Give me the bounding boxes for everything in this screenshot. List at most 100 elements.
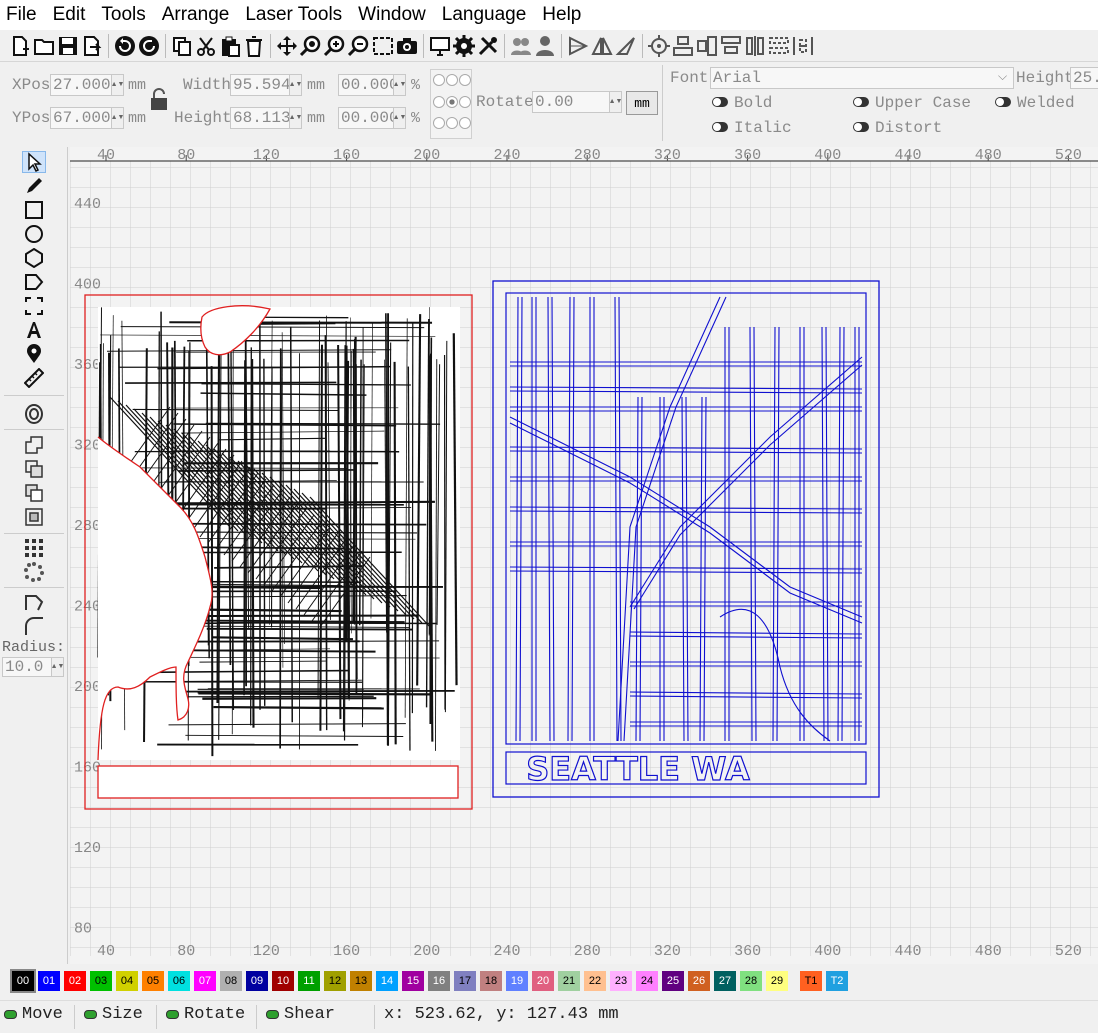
fillet-icon[interactable] [22,615,46,637]
color-swatch-15[interactable]: 15 [402,971,424,991]
height-field[interactable]: 68.113 [230,107,290,129]
array-grid-icon[interactable] [22,537,46,559]
center-icon[interactable] [647,33,671,59]
color-swatch-28[interactable]: 28 [740,971,762,991]
color-swatch-06[interactable]: 06 [168,971,190,991]
color-swatch-04[interactable]: 04 [116,971,138,991]
radius-field[interactable]: 10.0 [2,657,52,677]
align-bottom-icon[interactable] [743,33,767,59]
cut-icon[interactable] [194,33,218,59]
color-swatch-11[interactable]: 11 [298,971,320,991]
color-swatch-05[interactable]: 05 [142,971,164,991]
xpos-spinner[interactable]: ▲▼ [111,74,124,96]
menu-arrange[interactable]: Arrange [162,4,230,26]
welded-toggle[interactable] [995,97,1011,107]
redo-icon[interactable] [137,33,161,59]
delete-icon[interactable] [242,33,266,59]
anchor-top-left[interactable] [433,74,445,86]
select-box-icon[interactable] [371,33,395,59]
color-swatch-14[interactable]: 14 [376,971,398,991]
menu-window[interactable]: Window [358,4,426,26]
color-swatch-23[interactable]: 23 [610,971,632,991]
anchor-top-right[interactable] [459,74,471,86]
mode-rotate[interactable]: Rotate [166,1005,245,1024]
anchor-bottom-center[interactable] [446,117,458,129]
zoom-in-icon[interactable] [323,33,347,59]
unit-toggle-button[interactable]: mm [626,91,658,115]
color-swatch-12[interactable]: 12 [324,971,346,991]
ypos-field[interactable]: 67.000 [50,107,112,129]
color-swatch-13[interactable]: 13 [350,971,372,991]
width-field[interactable]: 95.594 [230,74,290,96]
color-swatch-25[interactable]: 25 [662,971,684,991]
paste-icon[interactable] [218,33,242,59]
mode-shear[interactable]: Shear [266,1005,335,1024]
mirror-icon[interactable] [614,33,638,59]
text-icon[interactable] [22,319,46,341]
width-spinner[interactable]: ▲▼ [289,74,302,96]
menu-laser-tools[interactable]: Laser Tools [245,4,342,26]
align-right-icon[interactable] [695,33,719,59]
ellipse-icon[interactable] [22,223,46,245]
monitor-icon[interactable] [428,33,452,59]
align-top-icon[interactable] [719,33,743,59]
rotate-spinner[interactable]: ▲▼ [609,91,622,113]
menu-edit[interactable]: Edit [53,4,86,26]
anchor-center[interactable] [446,96,458,108]
rectangle-icon[interactable] [22,199,46,221]
move-icon[interactable] [275,33,299,59]
italic-toggle[interactable] [712,122,728,132]
select-arrow-icon[interactable] [22,151,46,173]
scale-height-field[interactable]: 00.000 [338,107,394,129]
distort-toggle[interactable] [853,122,869,132]
color-swatch-T2[interactable]: T2 [826,971,848,991]
frame-icon[interactable] [22,295,46,317]
color-swatch-10[interactable]: 10 [272,971,294,991]
chevron-down-icon[interactable]: ⌵ [998,69,1007,84]
menu-help[interactable]: Help [542,4,581,26]
anchor-middle-left[interactable] [433,96,445,108]
measure-icon[interactable] [22,367,46,389]
zoom-fit-icon[interactable] [299,33,323,59]
color-swatch-19[interactable]: 19 [506,971,528,991]
ypos-spinner[interactable]: ▲▼ [111,107,124,129]
color-swatch-18[interactable]: 18 [480,971,502,991]
color-swatch-20[interactable]: 20 [532,971,554,991]
color-swatch-02[interactable]: 02 [64,971,86,991]
flip-h-icon[interactable] [566,33,590,59]
color-swatch-24[interactable]: 24 [636,971,658,991]
color-swatch-09[interactable]: 09 [246,971,268,991]
anchor-middle-right[interactable] [459,96,471,108]
offset-icon[interactable] [22,403,46,425]
weld-icon[interactable] [22,434,46,456]
position-marker-icon[interactable] [22,343,46,365]
distribute-h-icon[interactable] [767,33,791,59]
menu-language[interactable]: Language [442,4,527,26]
distribute-v-icon[interactable] [791,33,815,59]
anchor-bottom-right[interactable] [459,117,471,129]
color-swatch-17[interactable]: 17 [454,971,476,991]
color-swatch-08[interactable]: 08 [220,971,242,991]
color-swatch-00[interactable]: 00 [10,969,36,993]
polygon-icon[interactable] [22,247,46,269]
color-swatch-27[interactable]: 27 [714,971,736,991]
copy-icon[interactable] [170,33,194,59]
open-file-icon[interactable] [32,33,56,59]
camera-icon[interactable] [395,33,419,59]
mode-size[interactable]: Size [84,1005,143,1024]
scale-width-spinner[interactable]: ▲▼ [393,74,406,96]
color-swatch-22[interactable]: 22 [584,971,606,991]
new-file-icon[interactable] [8,33,32,59]
scale-height-spinner[interactable]: ▲▼ [393,107,406,129]
ungroup-icon[interactable] [533,33,557,59]
color-swatch-16[interactable]: 16 [428,971,450,991]
font-height-field[interactable]: 25. [1070,67,1098,89]
color-swatch-26[interactable]: 26 [688,971,710,991]
tools-icon[interactable] [476,33,500,59]
design-canvas[interactable]: 40 40 80 80 120 120 160 160 200 200 240 240 280 280 32… [70,147,1098,964]
radius-spinner[interactable]: ▲▼ [51,657,64,677]
save-as-icon[interactable] [80,33,104,59]
menu-tools[interactable]: Tools [101,4,145,26]
anchor-top-center[interactable] [446,74,458,86]
anchor-bottom-left[interactable] [433,117,445,129]
